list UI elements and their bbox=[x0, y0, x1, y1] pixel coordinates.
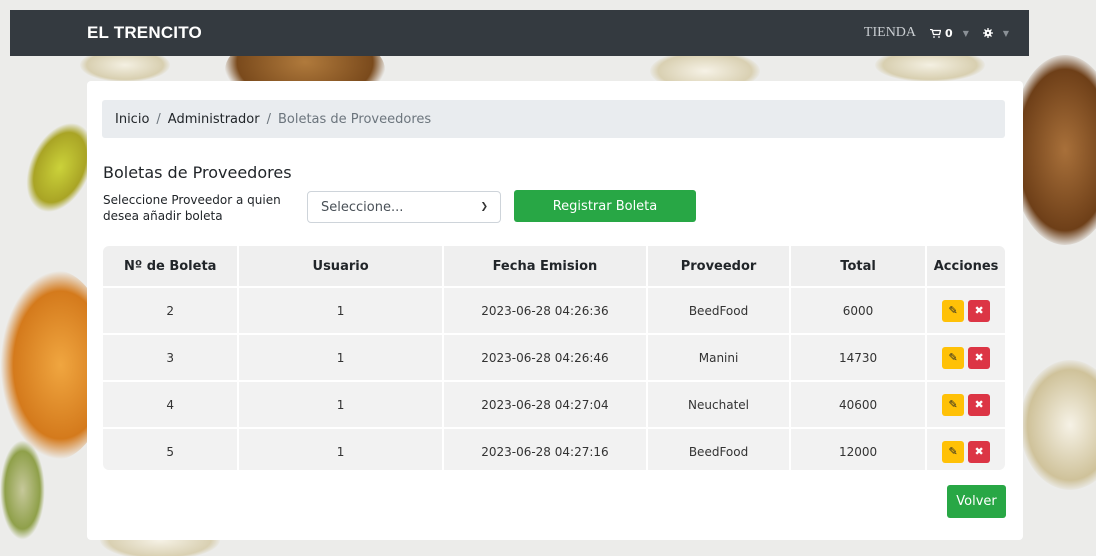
pencil-icon: ✎ bbox=[948, 351, 958, 364]
cart-icon bbox=[930, 28, 942, 38]
cell-acciones: ✎ ✖ bbox=[926, 380, 1005, 428]
edit-button[interactable]: ✎ bbox=[942, 393, 965, 416]
breadcrumb-inicio[interactable]: Inicio bbox=[115, 112, 149, 127]
table-row: 5 1 2023-06-28 04:27:16 BeedFood 12000 ✎… bbox=[103, 427, 1005, 470]
provider-select-label: Seleccione Proveedor a quien desea añadi… bbox=[103, 193, 281, 223]
cell-fecha: 2023-06-28 04:26:46 bbox=[442, 333, 649, 381]
cell-usuario: 1 bbox=[238, 427, 444, 470]
pencil-icon: ✎ bbox=[948, 304, 958, 317]
cell-numero: 2 bbox=[103, 286, 240, 334]
cart-count: 0 bbox=[945, 26, 953, 40]
cell-usuario: 1 bbox=[238, 380, 444, 428]
table-row: 4 1 2023-06-28 04:27:04 Neuchatel 40600 … bbox=[103, 380, 1005, 428]
table-header-row: Nº de Boleta Usuario Fecha Emision Prove… bbox=[103, 246, 1005, 287]
header-proveedor: Proveedor bbox=[647, 246, 791, 287]
cell-numero: 3 bbox=[103, 333, 240, 381]
cell-usuario: 1 bbox=[238, 286, 444, 334]
cell-fecha: 2023-06-28 04:26:36 bbox=[442, 286, 649, 334]
x-icon: ✖ bbox=[974, 445, 984, 458]
edit-button[interactable]: ✎ bbox=[942, 440, 965, 463]
pistachio-shell-decoration bbox=[1020, 360, 1096, 490]
breadcrumb-separator: / bbox=[266, 111, 271, 127]
header-total: Total bbox=[789, 246, 928, 287]
cart-dropdown[interactable]: 0 ▼ bbox=[930, 27, 969, 40]
breadcrumb-separator: / bbox=[156, 111, 161, 127]
page-title: Boletas de Proveedores bbox=[103, 163, 292, 182]
cell-total: 40600 bbox=[789, 380, 928, 428]
navbar-right: TIENDA 0 ▼ ▼ bbox=[864, 10, 1009, 56]
header-fecha: Fecha Emision bbox=[442, 246, 649, 287]
nav-link-tienda[interactable]: TIENDA bbox=[864, 25, 916, 41]
cell-proveedor: BeedFood bbox=[647, 286, 791, 334]
brand-logo[interactable]: EL TRENCITO bbox=[87, 23, 202, 43]
cell-total: 14730 bbox=[789, 333, 928, 381]
cell-fecha: 2023-06-28 04:27:04 bbox=[442, 380, 649, 428]
cell-proveedor: BeedFood bbox=[647, 427, 791, 470]
x-icon: ✖ bbox=[974, 351, 984, 364]
breadcrumb-administrador[interactable]: Administrador bbox=[168, 112, 260, 127]
cell-fecha: 2023-06-28 04:27:16 bbox=[442, 427, 649, 470]
edit-button[interactable]: ✎ bbox=[942, 346, 965, 369]
header-acciones: Acciones bbox=[926, 246, 1005, 287]
cell-numero: 4 bbox=[103, 380, 240, 428]
navbar: EL TRENCITO TIENDA 0 ▼ ▼ bbox=[10, 10, 1029, 56]
cell-proveedor: Neuchatel bbox=[647, 380, 791, 428]
settings-dropdown[interactable]: ▼ bbox=[982, 28, 1009, 38]
cell-acciones: ✎ ✖ bbox=[926, 333, 1005, 381]
caret-down-icon: ▼ bbox=[962, 28, 969, 38]
table-row: 3 1 2023-06-28 04:26:46 Manini 14730 ✎ ✖ bbox=[103, 333, 1005, 381]
delete-button[interactable]: ✖ bbox=[968, 440, 991, 463]
cell-total: 12000 bbox=[789, 427, 928, 470]
breadcrumb: Inicio / Administrador / Boletas de Prov… bbox=[102, 100, 1005, 138]
pencil-icon: ✎ bbox=[948, 398, 958, 411]
x-icon: ✖ bbox=[974, 398, 984, 411]
breadcrumb-current: Boletas de Proveedores bbox=[277, 111, 432, 127]
gear-icon bbox=[982, 28, 993, 38]
cell-acciones: ✎ ✖ bbox=[926, 286, 1005, 334]
pencil-icon: ✎ bbox=[948, 445, 958, 458]
register-boleta-button[interactable]: Registrar Boleta bbox=[514, 190, 696, 222]
boletas-table: Nº de Boleta Usuario Fecha Emision Prove… bbox=[103, 246, 1005, 470]
delete-button[interactable]: ✖ bbox=[968, 346, 991, 369]
header-usuario: Usuario bbox=[238, 246, 444, 287]
header-numero: Nº de Boleta bbox=[103, 246, 240, 287]
cell-total: 6000 bbox=[789, 286, 928, 334]
cell-proveedor: Manini bbox=[647, 333, 791, 381]
cell-acciones: ✎ ✖ bbox=[926, 427, 1005, 470]
provider-select[interactable]: Seleccione... ❯ bbox=[307, 191, 501, 223]
main-card: Inicio / Administrador / Boletas de Prov… bbox=[87, 81, 1023, 540]
provider-select-value: Seleccione... bbox=[321, 199, 404, 215]
cell-numero: 5 bbox=[103, 427, 240, 470]
back-button[interactable]: Volver bbox=[947, 485, 1006, 518]
delete-button[interactable]: ✖ bbox=[968, 393, 991, 416]
x-icon: ✖ bbox=[974, 304, 984, 317]
cell-usuario: 1 bbox=[238, 333, 444, 381]
chevron-down-icon: ❯ bbox=[480, 202, 488, 212]
delete-button[interactable]: ✖ bbox=[968, 299, 991, 322]
pistachio-decoration bbox=[0, 440, 45, 540]
caret-down-icon: ▼ bbox=[1002, 28, 1009, 38]
table-row: 2 1 2023-06-28 04:26:36 BeedFood 6000 ✎ … bbox=[103, 286, 1005, 334]
edit-button[interactable]: ✎ bbox=[942, 299, 965, 322]
